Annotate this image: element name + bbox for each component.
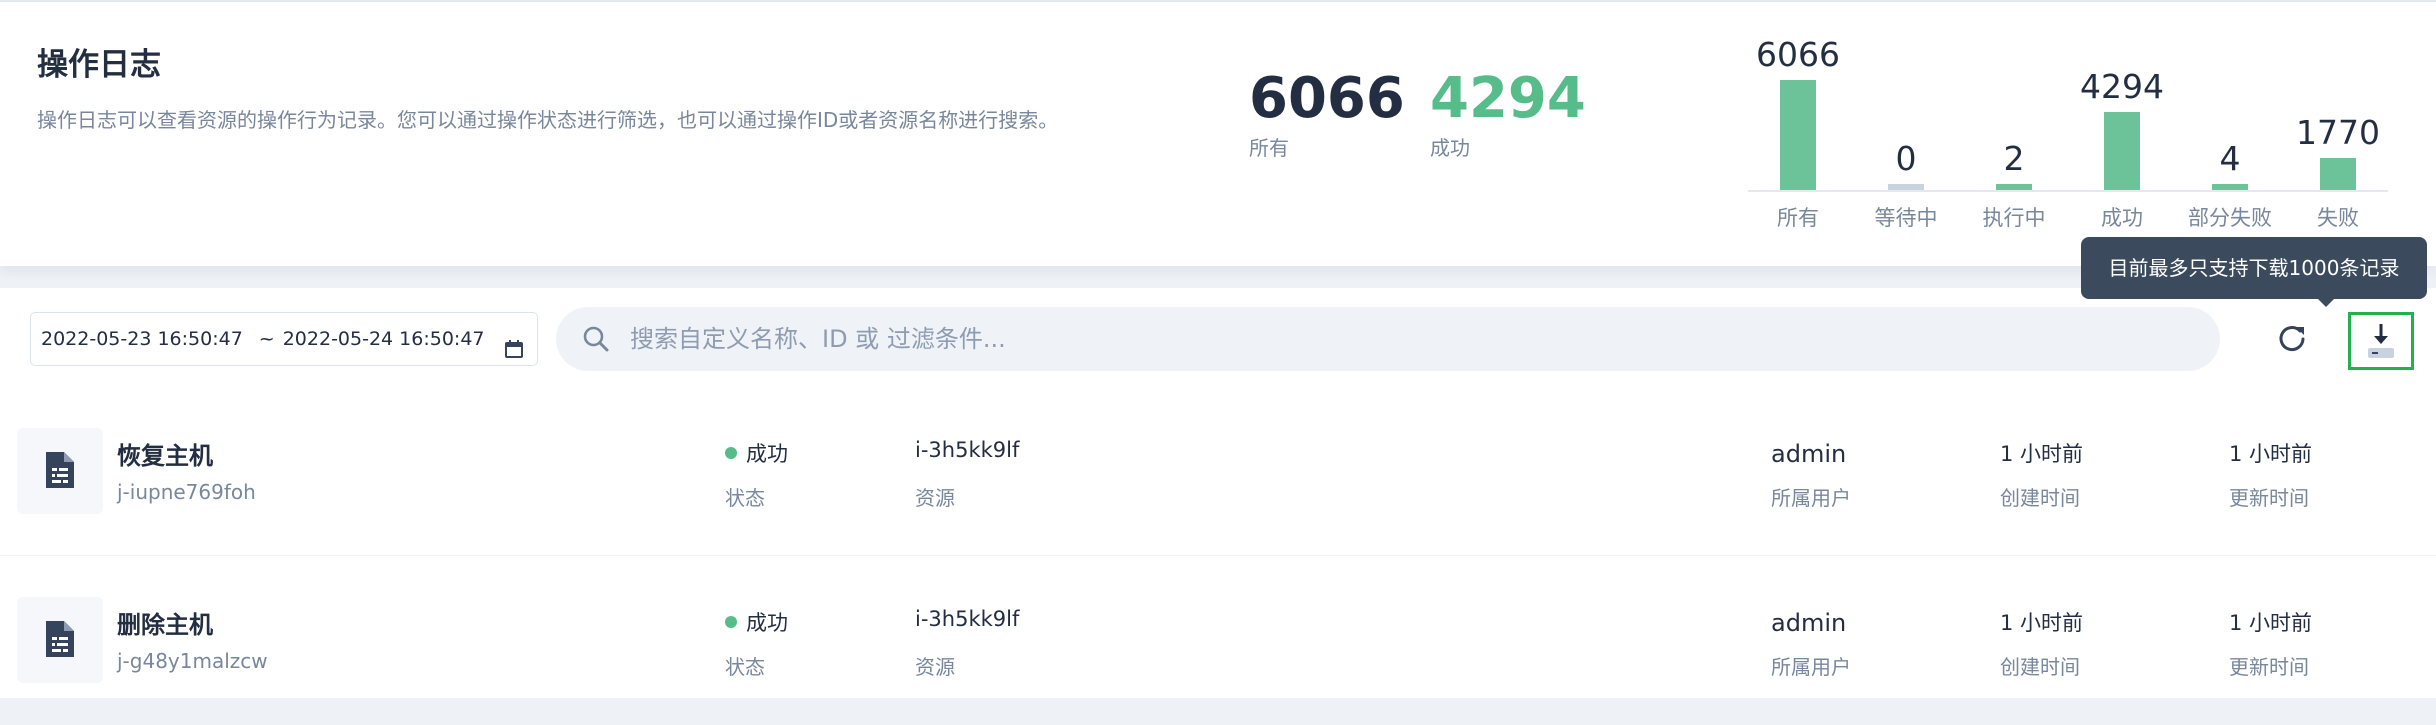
calendar-icon[interactable] bbox=[503, 328, 525, 380]
page-title: 操作日志 bbox=[37, 47, 161, 83]
status-value: 成功 bbox=[725, 438, 788, 468]
updated-time-label: 更新时间 bbox=[2229, 655, 2309, 679]
refresh-icon bbox=[2279, 326, 2305, 352]
date-end: 2022-05-24 16:50:47 bbox=[282, 328, 485, 350]
toolbar: 2022-05-23 16:50:47 ~2022-05-24 16:50:47 bbox=[0, 288, 2436, 388]
resource-value[interactable]: i-3h5kk9lf bbox=[915, 607, 1019, 631]
user-label: 所属用户 bbox=[1771, 655, 1851, 679]
status-text: 成功 bbox=[746, 442, 788, 466]
created-time-label: 创建时间 bbox=[2000, 486, 2080, 510]
bar-category-label: 等待中 bbox=[1874, 206, 1938, 230]
bar-column[interactable]: 4294 成功 bbox=[2072, 30, 2172, 240]
bar bbox=[1996, 184, 2032, 190]
status-dot bbox=[725, 447, 737, 459]
date-start: 2022-05-23 16:50:47 bbox=[41, 328, 243, 350]
resource-label: 资源 bbox=[915, 655, 955, 679]
table-row[interactable]: 恢复主机 j-iupne769foh 成功状态 i-3h5kk9lf 资源 admin 所属… bbox=[0, 388, 2436, 556]
operation-id: j-g48y1malzcw bbox=[117, 649, 268, 673]
bar-value-label: 4294 bbox=[2080, 67, 2164, 107]
bar-column[interactable]: 0 等待中 bbox=[1856, 30, 1956, 240]
table-row[interactable]: 删除主机 j-g48y1malzcw 成功状态 i-3h5kk9lf 资源 admin 所属… bbox=[0, 557, 2436, 725]
date-range-picker[interactable]: 2022-05-23 16:50:47 ~2022-05-24 16:50:47 bbox=[30, 312, 538, 366]
header-card: 操作日志 操作日志可以查看资源的操作行为记录。您可以通过操作状态进行筛选，也可以… bbox=[0, 0, 2436, 266]
page-description: 操作日志可以查看资源的操作行为记录。您可以通过操作状态进行筛选，也可以通过操作I… bbox=[37, 108, 1059, 132]
bar-category-label: 执行中 bbox=[1982, 206, 2046, 230]
stat-success-value: 4294 bbox=[1430, 66, 1586, 131]
user-value: admin bbox=[1771, 609, 1847, 637]
resource-label: 资源 bbox=[915, 486, 955, 510]
stat-all-label: 所有 bbox=[1249, 136, 1289, 160]
bar-column[interactable]: 4 部分失败 bbox=[2180, 30, 2280, 240]
bar-value-label: 0 bbox=[1895, 139, 1917, 178]
bar-value-label: 4 bbox=[2219, 139, 2241, 178]
operation-log-list: 恢复主机 j-iupne769foh 成功 状态 i-3h5kk9lf 资源 admin 所属… bbox=[0, 388, 2436, 725]
user-value: admin bbox=[1771, 440, 1847, 468]
bar bbox=[2104, 112, 2140, 190]
bar bbox=[2320, 157, 2356, 190]
bar-column[interactable]: 6066 所有 bbox=[1748, 30, 1848, 240]
search-icon bbox=[582, 325, 610, 357]
status-label: 状态 bbox=[725, 655, 765, 679]
bar-value-label: 1770 bbox=[2296, 112, 2380, 152]
download-icon bbox=[2368, 324, 2394, 358]
operation-id: j-iupne769foh bbox=[117, 480, 256, 504]
operation-name[interactable]: 删除主机 bbox=[117, 605, 213, 640]
status-value: 成功 bbox=[725, 607, 788, 637]
updated-time-value: 1 小时前 bbox=[2229, 442, 2313, 466]
status-label: 状态 bbox=[725, 486, 765, 510]
updated-time-label: 更新时间 bbox=[2229, 486, 2309, 510]
status-text: 成功 bbox=[746, 611, 788, 635]
resource-value[interactable]: i-3h5kk9lf bbox=[915, 438, 1019, 462]
search-bar[interactable] bbox=[556, 307, 2220, 371]
bar-value-label: 6066 bbox=[1756, 35, 1840, 74]
document-icon bbox=[17, 597, 103, 683]
stat-all[interactable]: 6066 所有 bbox=[1249, 64, 1405, 161]
download-tooltip: 目前最多只支持下载1000条记录 bbox=[2081, 237, 2427, 307]
stat-success-label: 成功 bbox=[1430, 136, 1470, 160]
date-separator: ~ bbox=[258, 328, 275, 350]
operation-name[interactable]: 恢复主机 bbox=[117, 436, 213, 471]
bar-column[interactable]: 2 执行中 bbox=[1964, 30, 2064, 240]
created-time-value: 1 小时前 bbox=[2000, 611, 2084, 635]
search-input[interactable] bbox=[630, 307, 2190, 371]
bar bbox=[1780, 80, 1816, 190]
bar-category-label: 失败 bbox=[2317, 206, 2359, 230]
bar bbox=[1888, 184, 1924, 190]
bar-category-label: 部分失败 bbox=[2188, 206, 2272, 230]
created-time-label: 创建时间 bbox=[2000, 655, 2080, 679]
refresh-button[interactable] bbox=[2272, 318, 2312, 358]
status-bar-chart: 6066 所有 0 等待中 2 执行中 4294 成功 4 部分失败 1770 失败 bbox=[1748, 30, 2388, 240]
updated-time-value: 1 小时前 bbox=[2229, 611, 2313, 635]
bar bbox=[2212, 184, 2248, 190]
bar-category-label: 成功 bbox=[2101, 206, 2143, 230]
bar-category-label: 所有 bbox=[1777, 206, 1819, 230]
bar-value-label: 2 bbox=[2003, 139, 2025, 178]
status-dot bbox=[725, 616, 737, 628]
created-time-value: 1 小时前 bbox=[2000, 442, 2084, 466]
document-icon bbox=[17, 428, 103, 514]
stat-success[interactable]: 4294 成功 bbox=[1430, 64, 1586, 161]
bar-column[interactable]: 1770 失败 bbox=[2288, 30, 2388, 240]
download-button[interactable] bbox=[2348, 312, 2414, 370]
user-label: 所属用户 bbox=[1771, 486, 1851, 510]
stat-all-value: 6066 bbox=[1249, 66, 1405, 131]
